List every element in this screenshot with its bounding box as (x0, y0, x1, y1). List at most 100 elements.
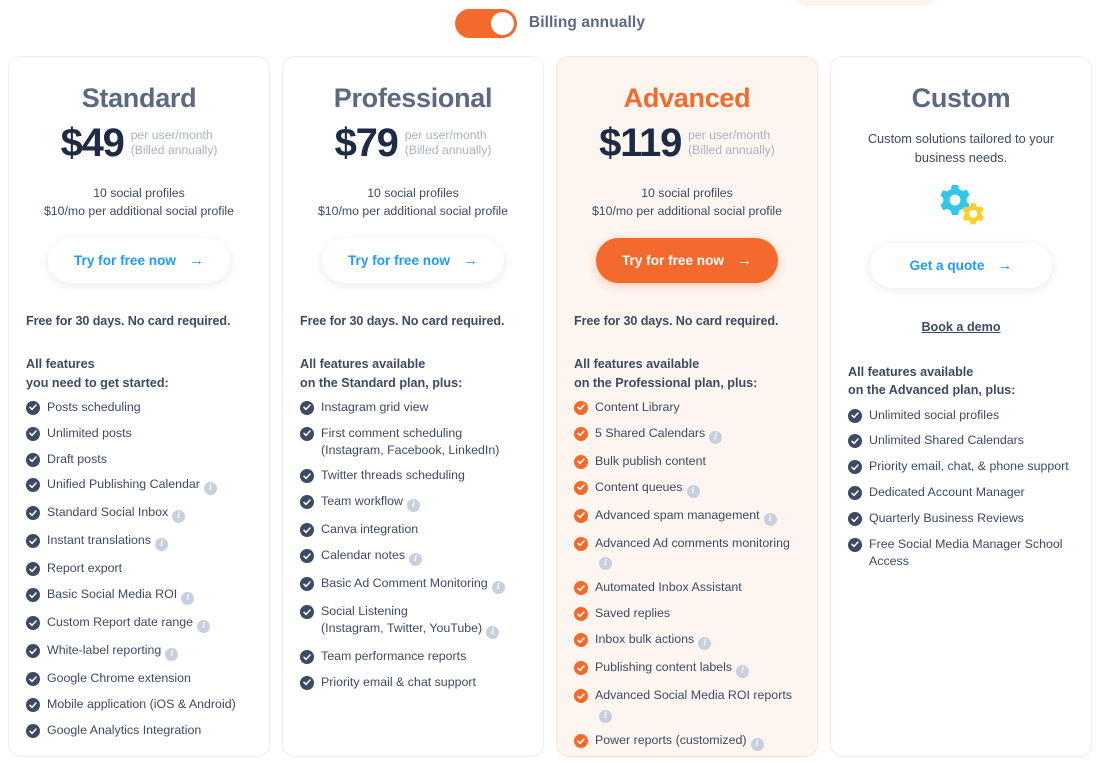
check-icon (26, 588, 40, 603)
plan-profiles-note: 10 social profiles $10/mo per additional … (591, 186, 783, 219)
info-icon[interactable]: i (599, 710, 612, 724)
feature-label: Team performance reports (321, 649, 467, 664)
feature-item: Quarterly Business Reviews (848, 510, 1074, 527)
info-icon[interactable]: i (406, 499, 420, 513)
info-icon[interactable]: i (698, 637, 712, 651)
cta-label: Try for free now (622, 253, 724, 269)
feature-item: Team workflow i (300, 493, 526, 513)
plan-price-row: $119 per user/month (Billed annually) (574, 123, 800, 163)
plan-profiles-note: 10 social profiles $10/mo per additional … (317, 186, 509, 219)
get-a-quote-button[interactable]: Get a quote → (870, 243, 1052, 289)
billing-toggle-row: Billing annually (0, 0, 1100, 46)
trial-note: Free for 30 days. No card required. (574, 314, 779, 329)
info-icon[interactable]: i (172, 510, 186, 524)
cta-label: Try for free now (348, 253, 450, 269)
feature-label: Calendar notes i (321, 547, 423, 567)
feature-list: Instagram grid view First comment schedul… (300, 399, 526, 691)
try-for-free-button[interactable]: Try for free now → (322, 238, 504, 284)
check-icon (300, 400, 314, 415)
feature-label: Publishing content labels i (595, 659, 750, 679)
gears-icon-wrap (848, 181, 1074, 227)
check-icon (300, 426, 314, 441)
features-heading: All features available on the Standard pl… (300, 357, 463, 390)
plan-price: $49 (60, 121, 125, 165)
feature-label: Unlimited Shared Calendars (869, 433, 1024, 448)
check-icon (300, 523, 314, 538)
feature-label: Custom Report date range i (47, 614, 211, 634)
check-icon (300, 675, 314, 690)
feature-label: Power reports (customized) i (595, 732, 764, 752)
info-icon[interactable]: i (491, 581, 505, 595)
pricing-card-standard: Standard $49 per user/month (Billed annuall… (8, 56, 270, 757)
check-icon (848, 537, 862, 552)
feature-label: Dedicated Account Manager (869, 485, 1025, 500)
check-icon (574, 689, 588, 704)
cta-wrap: Try for free now → (26, 238, 252, 284)
book-a-demo-link[interactable]: Book a demo (921, 320, 1000, 334)
info-icon[interactable]: i (181, 592, 195, 606)
info-icon[interactable]: i (709, 430, 723, 444)
feature-label: Standard Social Inbox i (47, 504, 186, 524)
info-icon[interactable]: i (750, 738, 764, 752)
plan-price: $79 (334, 121, 399, 165)
plan-price-note: per user/month (Billed annually) (130, 128, 218, 157)
feature-item: Unlimited Shared Calendars (848, 432, 1074, 449)
feature-label: White-label reporting i (47, 642, 179, 662)
feature-list: Unlimited social profiles Unlimited Share… (848, 407, 1074, 570)
feature-item: Publishing content labels i (574, 659, 800, 679)
feature-label: First comment scheduling (Instagram, Face… (321, 425, 500, 457)
demo-link-wrap: Book a demo (848, 318, 1074, 336)
feature-sublabel: (Instagram, Twitter, YouTube) i (321, 620, 500, 640)
check-icon (574, 400, 588, 415)
feature-label: Canva integration (321, 522, 419, 537)
feature-item: Basic Social Media ROI i (26, 586, 252, 606)
feature-item: Custom Report date range i (26, 614, 252, 634)
trial-note: Free for 30 days. No card required. (26, 314, 231, 329)
feature-label: Advanced Social Media ROI reportsi (595, 688, 792, 724)
feature-item: Draft posts (26, 451, 252, 468)
feature-label: Content Library (595, 399, 680, 414)
arrow-right-icon: → (736, 252, 752, 270)
check-icon (574, 480, 588, 495)
cta-label: Try for free now (74, 253, 176, 269)
check-icon (300, 577, 314, 592)
info-icon[interactable]: i (736, 665, 750, 679)
info-icon[interactable]: i (409, 553, 423, 567)
feature-item: Content Library (574, 399, 800, 416)
info-icon[interactable]: i (763, 512, 777, 526)
plan-title: Standard (81, 83, 197, 113)
info-icon[interactable]: i (203, 482, 217, 496)
feature-label: Priority email, chat, & phone support (869, 459, 1069, 474)
feature-label: Twitter threads scheduling (321, 468, 465, 483)
feature-item: Calendar notes i (300, 547, 526, 567)
features-heading: All features available on the Advanced pl… (848, 365, 1016, 398)
feature-item: Team performance reports (300, 648, 526, 665)
plan-title: Professional (333, 83, 493, 113)
feature-label: Unified Publishing Calendar i (47, 476, 217, 496)
try-for-free-button[interactable]: Try for free now → (48, 238, 230, 284)
feature-item: Basic Ad Comment Monitoring i (300, 575, 526, 595)
check-icon (26, 616, 40, 631)
check-icon (300, 650, 314, 665)
arrow-right-icon: → (997, 257, 1013, 275)
info-icon[interactable]: i (486, 626, 500, 640)
check-icon (26, 672, 40, 687)
arrow-right-icon: → (462, 252, 478, 270)
plan-price-note: per user/month (Billed annually) (404, 128, 492, 157)
check-icon (26, 698, 40, 713)
feature-item: Saved replies (574, 605, 800, 622)
billing-annually-toggle[interactable] (454, 8, 517, 38)
info-icon[interactable]: i (197, 620, 211, 634)
check-icon (574, 734, 588, 749)
feature-item: Instant translations i (26, 532, 252, 552)
info-icon[interactable]: i (686, 484, 700, 498)
feature-item: Dedicated Account Manager (848, 484, 1074, 501)
plan-description: Custom solutions tailored to your busine… (867, 131, 1055, 165)
info-icon[interactable]: i (155, 538, 169, 552)
try-for-free-button[interactable]: Try for free now → (596, 238, 778, 284)
feature-label: Free Social Media Manager School Access (869, 536, 1063, 568)
check-icon (848, 434, 862, 449)
info-icon[interactable]: i (599, 557, 612, 571)
info-icon[interactable]: i (165, 648, 179, 662)
check-icon (300, 605, 314, 620)
